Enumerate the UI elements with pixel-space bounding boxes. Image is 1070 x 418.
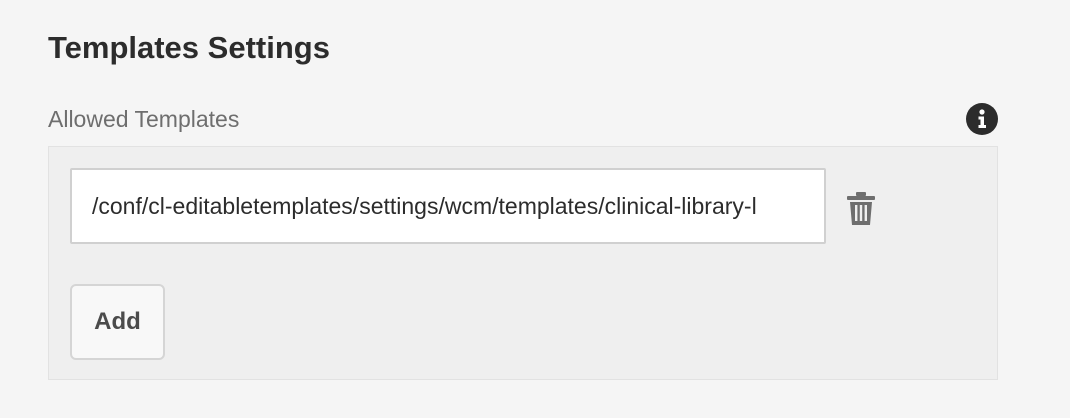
trash-icon [847, 192, 875, 225]
template-path-input[interactable] [70, 168, 826, 244]
allowed-templates-multifield: Add [48, 146, 998, 380]
section-title: Templates Settings [48, 30, 330, 65]
allowed-templates-label: Allowed Templates [48, 106, 240, 132]
add-template-button[interactable]: Add [70, 284, 165, 360]
info-icon[interactable] [966, 103, 998, 135]
delete-template-button[interactable] [839, 187, 883, 231]
